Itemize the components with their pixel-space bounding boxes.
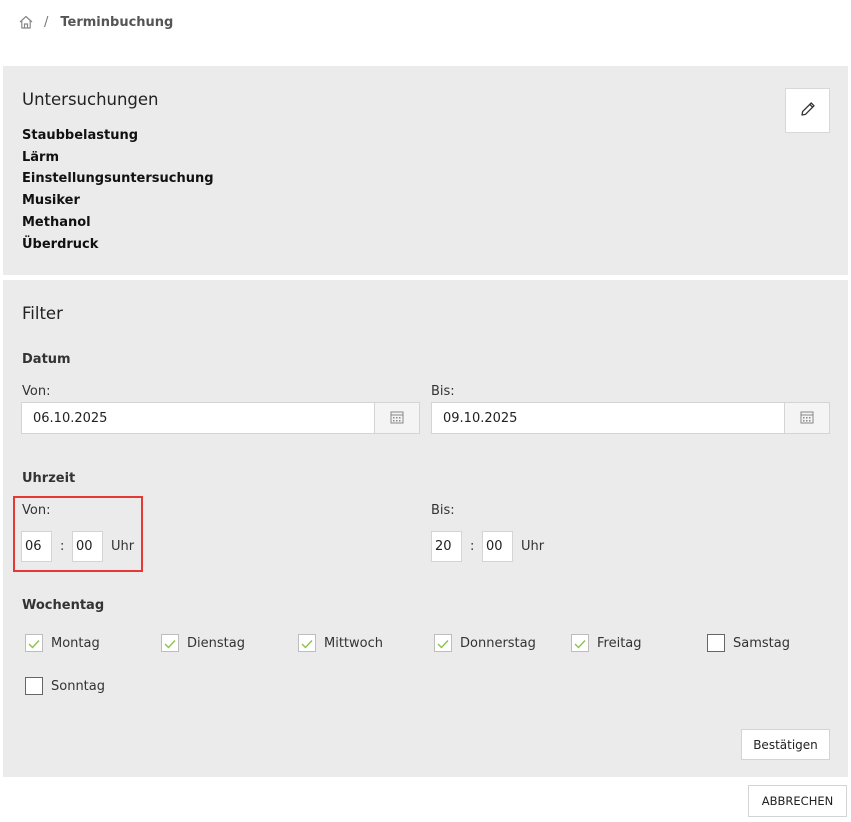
date-to-calendar-button[interactable] (784, 403, 829, 433)
filter-panel: Filter Datum Von: Bis: Uhrzeit Von: Bis:… (3, 280, 848, 777)
weekday-section-label: Wochentag (22, 598, 105, 613)
checkbox-unchecked[interactable] (707, 634, 725, 652)
time-to-unit: Uhr (521, 539, 545, 554)
weekday-label: Samstag (733, 635, 790, 651)
exam-item: Methanol (22, 214, 91, 230)
checkbox-checked[interactable] (161, 634, 179, 652)
time-to-separator: : (470, 539, 475, 554)
weekday-friday[interactable]: Freitag (571, 634, 642, 652)
exam-item: Musiker (22, 193, 80, 209)
date-from-input[interactable] (22, 403, 374, 433)
checkbox-checked[interactable] (571, 634, 589, 652)
date-to-input[interactable] (432, 403, 784, 433)
checkbox-checked[interactable] (298, 634, 316, 652)
check-icon (574, 634, 586, 653)
confirm-button[interactable]: Bestätigen (741, 729, 830, 760)
edit-exams-button[interactable] (785, 88, 830, 133)
exam-item: Lärm (22, 149, 60, 165)
exam-item: Staubbelastung (22, 128, 139, 143)
weekday-wednesday[interactable]: Mittwoch (298, 634, 383, 652)
weekday-saturday[interactable]: Samstag (707, 634, 790, 652)
exams-title: Untersuchungen (22, 90, 159, 109)
weekday-label: Sonntag (51, 678, 105, 694)
highlight-box (13, 496, 143, 572)
weekday-label: Mittwoch (324, 635, 383, 651)
checkbox-checked[interactable] (434, 634, 452, 652)
weekday-label: Donnerstag (460, 635, 536, 651)
date-section-label: Datum (22, 352, 71, 367)
time-to-label: Bis: (431, 503, 455, 518)
exam-list: Staubbelastung Lärm Einstellungsuntersuc… (22, 125, 214, 255)
weekday-tuesday[interactable]: Dienstag (161, 634, 245, 652)
calendar-icon (390, 409, 404, 428)
check-icon (437, 634, 449, 653)
cancel-button[interactable]: ABBRECHEN (748, 785, 847, 817)
date-to-field (431, 402, 830, 434)
time-section-label: Uhrzeit (22, 471, 76, 486)
pencil-icon (799, 100, 817, 122)
checkbox-unchecked[interactable] (25, 677, 43, 695)
filter-title: Filter (22, 304, 63, 323)
time-to-minute-input[interactable] (482, 531, 513, 562)
date-from-calendar-button[interactable] (374, 403, 419, 433)
date-from-label: Von: (22, 384, 51, 399)
breadcrumb-current: Terminbuchung (60, 14, 174, 30)
time-to-hour-input[interactable] (431, 531, 462, 562)
weekday-sunday[interactable]: Sonntag (25, 677, 105, 695)
weekday-thursday[interactable]: Donnerstag (434, 634, 536, 652)
check-icon (301, 634, 313, 653)
weekday-label: Dienstag (187, 635, 245, 651)
date-to-label: Bis: (431, 384, 455, 399)
weekday-monday[interactable]: Montag (25, 634, 100, 652)
weekday-label: Montag (51, 635, 100, 651)
exams-panel: Untersuchungen Staubbelastung Lärm Einst… (3, 66, 848, 275)
exam-item: Überdruck (22, 236, 99, 252)
breadcrumb: / Terminbuchung (18, 12, 173, 32)
exam-item: Einstellungsuntersuchung (22, 171, 214, 187)
checkbox-checked[interactable] (25, 634, 43, 652)
date-from-field (21, 402, 420, 434)
check-icon (28, 634, 40, 653)
weekday-label: Freitag (597, 635, 642, 651)
check-icon (164, 634, 176, 653)
calendar-icon (800, 409, 814, 428)
breadcrumb-separator: / (44, 14, 49, 30)
home-icon[interactable] (18, 14, 34, 30)
